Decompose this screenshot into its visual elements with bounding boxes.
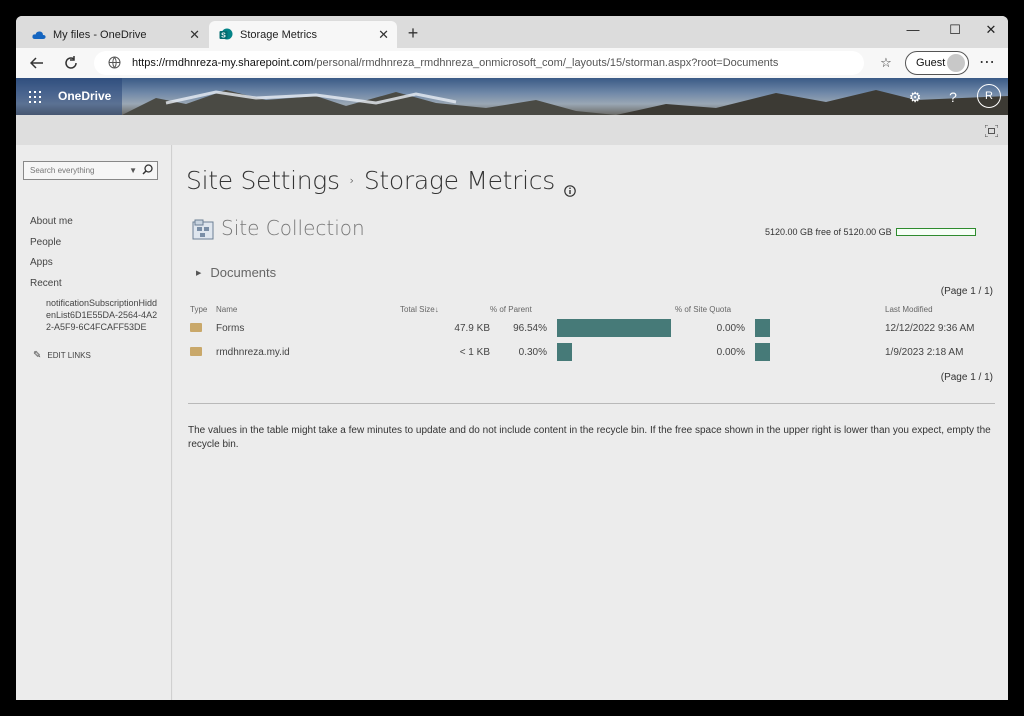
row-last-modified: 12/12/2022 9:36 AM [885,322,975,334]
left-navigation: Search everything ▼ About me People Apps… [16,145,172,700]
site-collection-icon [192,219,214,241]
divider [188,403,995,404]
svg-text:S: S [221,32,226,39]
pager-top: (Page 1 / 1) [940,286,993,297]
more-menu-icon[interactable]: ⋯ [976,52,998,74]
onedrive-cloud-icon [32,28,46,42]
new-tab-icon[interactable]: + [402,23,424,45]
main-content: Site Settings › Storage Metrics Site Col… [173,145,1008,700]
column-pct-parent[interactable]: % of Parent [490,302,547,316]
row-size: 47.9 KB [454,322,490,334]
section-title: Site Collection [221,216,365,240]
app-name[interactable]: OneDrive [54,78,122,115]
sharepoint-icon: S [219,28,233,42]
row-size: < 1 KB [459,346,490,358]
expand-triangle-icon[interactable]: ▶ [196,269,201,277]
row-last-modified: 1/9/2023 2:18 AM [885,346,964,358]
table-row: rmdhnreza.my.id < 1 KB 0.30% 0.00% 1/9/2… [190,340,995,364]
nav-link-apps[interactable]: Apps [30,257,53,268]
info-note: The values in the table might take a few… [188,425,991,450]
pct-quota-bar [755,343,770,361]
tab-title: My files - OneDrive [53,28,147,41]
row-pct-parent: 0.30% [518,346,547,358]
tab-storage-metrics[interactable]: S Storage Metrics ✕ [209,21,397,48]
column-last-modified[interactable]: Last Modified [885,302,995,316]
sort-desc-icon: ↓ [434,304,439,314]
metrics-table: Type Name Total Size↓ % of Parent % of S… [190,302,995,364]
row-name[interactable]: Forms [216,316,400,340]
profile-button[interactable]: Guest [905,51,969,75]
nav-link-about-me[interactable]: About me [30,216,73,227]
pct-parent-bar [557,343,572,361]
folder-icon [190,323,202,332]
close-window-icon[interactable]: ✕ [981,22,1001,38]
title-site-settings[interactable]: Site Settings [186,166,340,195]
row-pct-quota: 0.00% [716,346,745,358]
focus-mode-icon[interactable] [984,124,999,138]
column-total-size-label: Total Size [400,304,435,314]
pct-quota-bar [755,319,770,337]
url-path: /personal/rmdhnreza_rmdhnreza_onmicrosof… [313,57,779,69]
refresh-icon[interactable] [60,52,82,74]
help-icon[interactable]: ? [942,86,964,108]
url-host: https://rmdhnreza-my.sharepoint.com [132,57,314,69]
app-launcher-icon[interactable] [16,78,54,115]
row-name[interactable]: rmdhnreza.my.id [216,340,400,364]
profile-label: Guest [916,57,946,69]
ribbon-bar [16,115,1008,145]
tab-title: Storage Metrics [240,28,318,41]
breadcrumb[interactable]: ▶ Documents [196,265,276,280]
quota-bar [895,228,976,236]
search-input[interactable]: Search everything ▼ [23,161,158,180]
search-icon[interactable] [142,164,154,176]
edit-links-label: EDIT LINKS [47,351,91,360]
profile-avatar [947,54,965,72]
table-header-row: Type Name Total Size↓ % of Parent % of S… [190,302,995,316]
row-pct-parent: 96.54% [513,322,547,334]
column-pct-quota[interactable]: % of Site Quota [675,302,745,316]
search-scope-dropdown-icon[interactable]: ▼ [129,162,137,179]
tab-strip: My files - OneDrive ✕ S Storage Metrics … [16,16,1008,48]
close-tab-icon[interactable]: ✕ [189,27,200,43]
title-storage-metrics: Storage Metrics [363,166,555,195]
minimize-icon[interactable]: — [903,22,923,37]
browser-toolbar: https://rmdhnreza-my.sharepoint.com/pers… [16,48,1008,78]
info-icon[interactable] [564,174,577,197]
suite-bar: OneDrive ⚙ ? R [16,78,1008,115]
column-type[interactable]: Type [190,302,216,316]
title-separator: › [349,174,354,187]
quota-indicator: 5120.00 GB free of 5120.00 GB [765,227,976,237]
pager-bottom: (Page 1 / 1) [940,372,993,383]
tab-my-files[interactable]: My files - OneDrive ✕ [22,21,208,48]
quota-text: 5120.00 GB free of 5120.00 GB [765,227,892,237]
browser-window: My files - OneDrive ✕ S Storage Metrics … [16,16,1008,700]
nav-link-recent[interactable]: Recent [30,278,62,289]
row-pct-quota: 0.00% [716,322,745,334]
maximize-icon[interactable]: ☐ [945,22,965,38]
account-avatar[interactable]: R [977,84,1001,108]
nav-link-people[interactable]: People [30,237,61,248]
folder-icon [190,347,202,356]
column-total-size[interactable]: Total Size↓ [400,302,490,316]
search-placeholder: Search everything [30,166,95,175]
breadcrumb-documents[interactable]: Documents [210,265,276,280]
pct-parent-bar [557,319,671,337]
column-name[interactable]: Name [216,302,400,316]
table-row: Forms 47.9 KB 96.54% 0.00% 12/12/2022 9:… [190,316,995,340]
recent-list-item[interactable]: notificationSubscriptionHiddenList6D1E55… [46,297,158,333]
site-info-icon[interactable] [108,56,122,70]
close-tab-icon[interactable]: ✕ [378,27,389,43]
pencil-icon: ✎ [33,350,42,361]
favorites-star-icon[interactable]: ☆ [875,52,897,74]
address-bar[interactable]: https://rmdhnreza-my.sharepoint.com/pers… [94,51,864,75]
mountain-banner [122,90,1008,115]
back-arrow-icon[interactable] [26,52,48,74]
settings-gear-icon[interactable]: ⚙ [904,86,926,108]
page-title: Site Settings › Storage Metrics [186,166,577,197]
edit-links-button[interactable]: ✎ EDIT LINKS [33,350,91,361]
